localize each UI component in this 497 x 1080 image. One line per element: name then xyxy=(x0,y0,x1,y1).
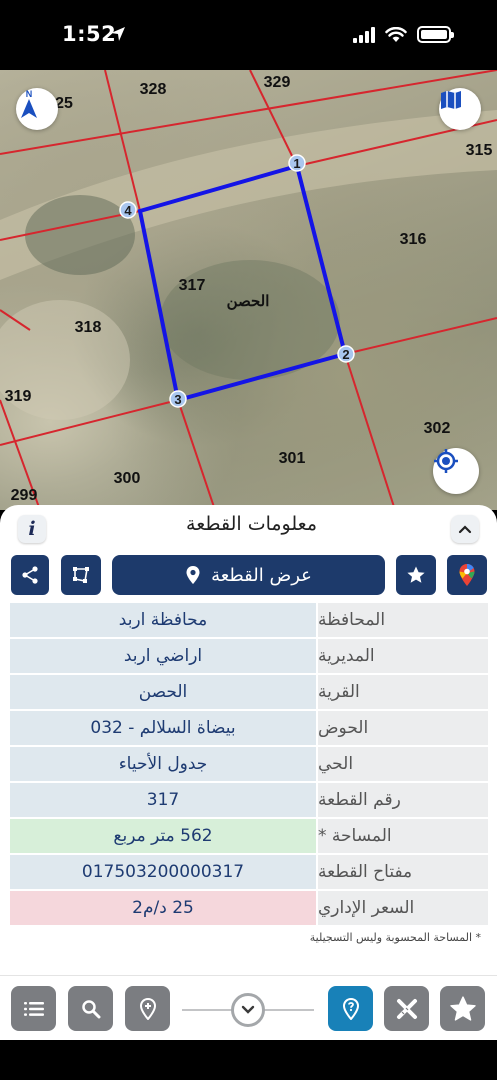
google-maps-pin-icon xyxy=(459,564,475,586)
my-location-button[interactable] xyxy=(433,448,479,494)
location-arrow-icon xyxy=(111,27,125,41)
row-label: رقم القطعة xyxy=(318,783,488,817)
map-icon xyxy=(441,91,461,109)
parcel-number: 301 xyxy=(279,450,306,467)
info-row-neighborhood: جدول الأحياء الحي xyxy=(10,747,488,781)
wifi-icon xyxy=(385,26,407,42)
row-label: المديرية xyxy=(318,639,488,673)
vertex-label: 1 xyxy=(293,156,300,171)
polygon-icon xyxy=(73,567,89,583)
draw-polygon-button[interactable] xyxy=(61,555,101,595)
location-plus-icon xyxy=(139,997,156,1020)
crosshair-icon xyxy=(434,449,458,473)
row-value: بيضاة السلالم - 032 xyxy=(10,711,316,745)
battery-icon xyxy=(417,26,454,43)
view-parcel-button[interactable]: عرض القطعة xyxy=(112,555,385,595)
row-value: 562 متر مربع xyxy=(10,819,316,853)
action-bar: عرض القطعة xyxy=(0,555,497,595)
collapse-button[interactable] xyxy=(451,515,479,543)
row-value: الحصن xyxy=(10,675,316,709)
parcel-number: 299 xyxy=(11,487,38,504)
village-label: الحصن xyxy=(227,293,270,310)
compass-north-icon: N xyxy=(21,89,37,118)
info-row-parcel-number: 317 رقم القطعة xyxy=(10,783,488,817)
view-parcel-label: عرض القطعة xyxy=(211,564,312,586)
bottom-toolbar xyxy=(0,975,497,1040)
favorites-button[interactable] xyxy=(440,986,485,1031)
parcel-number: 315 xyxy=(466,142,493,159)
search-button[interactable] xyxy=(68,986,113,1031)
vertex-label: 3 xyxy=(174,392,181,407)
info-row-directorate: اراضي اربد المديرية xyxy=(10,639,488,673)
area-footnote: * المساحة المحسوبة وليس التسجيلية xyxy=(309,931,481,944)
parcel-info-table: محافظة اربد المحافظة اراضي اربد المديرية… xyxy=(10,603,488,927)
row-value: 25 د/م2 xyxy=(10,891,316,925)
list-icon xyxy=(23,1001,44,1016)
row-value: محافظة اربد xyxy=(10,603,316,637)
parcel-number: 317 xyxy=(179,277,206,294)
location-question-icon xyxy=(342,997,359,1020)
info-row-area: 562 متر مربع المساحة * xyxy=(10,819,488,853)
parcel-number: 319 xyxy=(5,388,32,405)
sheet-title: معلومات القطعة xyxy=(186,513,317,535)
row-label: المساحة * xyxy=(318,819,488,853)
chevron-up-icon xyxy=(458,525,472,534)
cellular-signal-icon xyxy=(353,26,375,43)
share-button[interactable] xyxy=(11,555,49,595)
compass-button[interactable]: N xyxy=(16,88,58,130)
star-icon xyxy=(449,995,476,1021)
info-row-admin-price: 25 د/م2 السعر الإداري xyxy=(10,891,488,925)
row-label: المحافظة xyxy=(318,603,488,637)
info-row-parcel-key: 017503200000317 مفتاح القطعة xyxy=(10,855,488,889)
parcel-number: 302 xyxy=(424,420,451,437)
chevron-down-icon xyxy=(241,1005,255,1014)
info-row-basin: بيضاة السلالم - 032 الحوض xyxy=(10,711,488,745)
vegetation-area xyxy=(25,195,135,275)
vertex-label: 4 xyxy=(124,203,132,218)
list-button[interactable] xyxy=(11,986,56,1031)
parcel-number: 328 xyxy=(140,81,167,98)
google-maps-button[interactable] xyxy=(447,555,487,595)
status-time: 1:52 xyxy=(62,22,117,46)
satellite-map[interactable]: 1 2 3 4 328 329 315 316 317 318 319 302 … xyxy=(0,70,497,510)
parcel-pin-button[interactable] xyxy=(328,986,373,1031)
row-label: القرية xyxy=(318,675,488,709)
vertex-label: 2 xyxy=(342,347,349,362)
row-label: مفتاح القطعة xyxy=(318,855,488,889)
star-icon xyxy=(407,566,425,583)
location-pin-icon xyxy=(186,566,200,584)
parcel-map-layer: 1 2 3 4 328 329 315 316 317 318 319 302 … xyxy=(0,70,497,510)
share-icon xyxy=(22,566,38,584)
favorite-button[interactable] xyxy=(396,555,436,595)
svg-text:N: N xyxy=(26,89,33,99)
row-label: الحوض xyxy=(318,711,488,745)
parcel-number: 329 xyxy=(264,74,291,91)
parcel-info-sheet: i معلومات القطعة عرض القطعة محافظة اربد … xyxy=(0,505,497,975)
sheet-header: i معلومات القطعة xyxy=(0,505,497,550)
parcel-number: 316 xyxy=(400,231,427,248)
info-row-village: الحصن القرية xyxy=(10,675,488,709)
info-icon: i xyxy=(28,518,36,540)
parcel-number: 318 xyxy=(75,319,102,336)
info-row-governorate: محافظة اربد المحافظة xyxy=(10,603,488,637)
map-layers-button[interactable] xyxy=(439,88,481,130)
search-icon xyxy=(81,999,100,1018)
parcel-number: 300 xyxy=(114,470,141,487)
info-button[interactable]: i xyxy=(18,515,46,543)
row-value: جدول الأحياء xyxy=(10,747,316,781)
row-value: اراضي اربد xyxy=(10,639,316,673)
sheet-slider-knob[interactable] xyxy=(231,993,265,1027)
measure-tool-button[interactable] xyxy=(384,986,429,1031)
add-location-button[interactable] xyxy=(125,986,170,1031)
row-value: 317 xyxy=(10,783,316,817)
measure-tools-icon xyxy=(396,998,417,1019)
status-bar: 1:52 xyxy=(0,0,497,70)
row-value: 017503200000317 xyxy=(10,855,316,889)
row-label: الحي xyxy=(318,747,488,781)
home-indicator-area xyxy=(0,1040,497,1080)
row-label: السعر الإداري xyxy=(318,891,488,925)
